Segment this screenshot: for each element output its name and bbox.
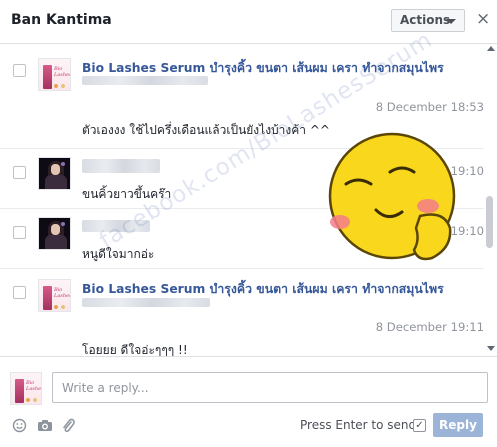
message-item: Bio Lashes Bio Lashes Serum บำรุงคิ้ว ขนต… xyxy=(0,44,484,154)
message-thread[interactable]: Bio Lashes Bio Lashes Serum บำรุงคิ้ว ขนต… xyxy=(0,44,497,356)
attachment-icon[interactable] xyxy=(61,418,79,434)
checkmark-icon: ✓ xyxy=(415,420,424,431)
reply-composer: Bio Lashes Write a reply... Press Enter t… xyxy=(0,356,497,447)
avatar[interactable] xyxy=(38,157,71,190)
decorative-dots xyxy=(53,83,67,89)
scroll-up-arrow-icon[interactable] xyxy=(487,46,495,51)
logo-script: Bio Lashes xyxy=(54,66,71,78)
serum-bottle-icon xyxy=(43,286,52,310)
message-text: โอยยย ดีใจอ่ะๆๆๆ !! xyxy=(82,343,188,356)
message-timestamp: 8 December 19:10 xyxy=(375,164,484,178)
avatar[interactable]: Bio Lashes xyxy=(38,58,71,91)
redacted-sender-name xyxy=(82,220,150,232)
camera-icon[interactable] xyxy=(37,418,55,434)
scrollbar-thumb[interactable] xyxy=(486,196,493,248)
redacted-sender-name xyxy=(82,159,160,173)
message-select-checkbox[interactable] xyxy=(13,166,26,179)
close-icon[interactable]: × xyxy=(476,10,490,28)
sender-name-link[interactable]: Bio Lashes Serum บำรุงคิ้ว ขนตา เส้นผม เ… xyxy=(82,280,444,299)
avatar[interactable]: Bio Lashes xyxy=(38,279,71,312)
actions-label: Actions xyxy=(400,13,451,27)
press-enter-checkbox[interactable]: ✓ xyxy=(413,419,426,432)
reply-button[interactable]: Reply xyxy=(433,413,483,437)
divider xyxy=(0,268,484,269)
message-text: ตัวเองงง ใช้ไปครึ่งเดือนแล้วเป็นยังไงบ้า… xyxy=(82,123,330,137)
reply-input[interactable]: Write a reply... xyxy=(52,372,488,403)
redacted-text xyxy=(82,298,210,307)
redacted-text xyxy=(82,76,208,85)
message-select-checkbox[interactable] xyxy=(13,286,26,299)
serum-bottle-icon xyxy=(15,379,24,403)
logo-script: Bio Lashes xyxy=(54,287,71,299)
message-item: Bio Lashes Bio Lashes Serum บำรุงคิ้ว ขนต… xyxy=(0,268,484,356)
decorative-dots xyxy=(53,304,67,310)
message-text: ขนคิ้วยาวขึ้นคร๊า xyxy=(82,187,172,201)
message-timestamp: 19:10 xyxy=(450,224,484,238)
message-timestamp: 8 December 18:53 xyxy=(375,100,484,114)
logo-script: Bio Lashes xyxy=(26,380,42,392)
chevron-down-icon xyxy=(446,19,456,24)
serum-bottle-icon xyxy=(43,65,52,89)
avatar[interactable] xyxy=(38,217,71,250)
scroll-down-arrow-icon[interactable] xyxy=(487,346,495,351)
emoji-icon[interactable] xyxy=(12,418,30,434)
message-select-checkbox[interactable] xyxy=(13,226,26,239)
conversation-title: Ban Kantima xyxy=(11,12,112,28)
message-item: 8 December 19:10 ขนคิ้วยาวขึ้นคร๊า xyxy=(0,148,484,208)
avatar: Bio Lashes xyxy=(10,372,42,405)
message-item: 19:10 หนูดีใจมากอ่ะ xyxy=(0,208,484,268)
divider xyxy=(0,208,484,209)
message-select-checkbox[interactable] xyxy=(13,64,26,77)
actions-dropdown-button[interactable]: Actions xyxy=(391,9,465,32)
message-text: หนูดีใจมากอ่ะ xyxy=(82,247,155,261)
divider xyxy=(0,148,484,149)
message-timestamp: 8 December 19:11 xyxy=(375,320,484,334)
conversation-header: Ban Kantima Actions × xyxy=(0,0,497,44)
decorative-dots xyxy=(25,397,39,403)
press-enter-label: Press Enter to send xyxy=(300,418,417,432)
